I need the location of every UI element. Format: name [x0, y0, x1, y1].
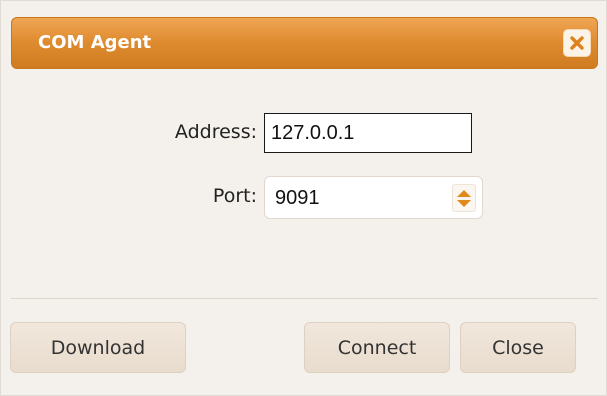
- up-down-arrows-icon[interactable]: [452, 184, 476, 212]
- port-spinner-field: [264, 176, 483, 219]
- spin-up-arrow-icon[interactable]: [457, 190, 471, 197]
- connect-button[interactable]: Connect: [304, 322, 450, 373]
- com-agent-dialog: COM Agent Address: Port: Download Connec…: [0, 0, 607, 396]
- dialog-titlebar[interactable]: COM Agent: [11, 17, 598, 69]
- close-button[interactable]: Close: [460, 322, 576, 373]
- close-x-icon[interactable]: [563, 29, 591, 57]
- address-input[interactable]: [264, 113, 472, 153]
- port-label: Port:: [212, 185, 257, 207]
- spin-down-arrow-icon[interactable]: [457, 200, 471, 207]
- address-label: Address:: [174, 121, 257, 143]
- dialog-title: COM Agent: [38, 32, 152, 53]
- download-button[interactable]: Download: [10, 322, 186, 373]
- port-input[interactable]: [275, 183, 435, 213]
- button-pane-divider: [11, 298, 598, 299]
